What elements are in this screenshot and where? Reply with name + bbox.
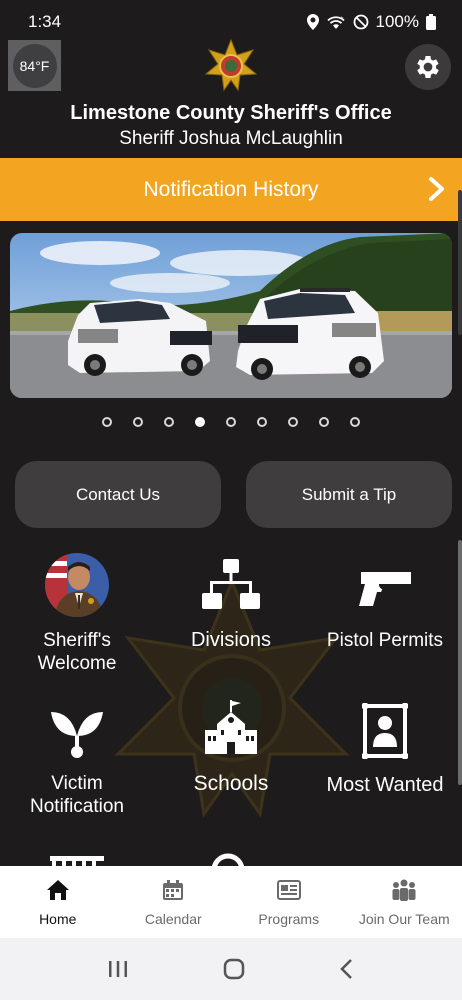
battery-percent: 100% <box>375 12 419 31</box>
nav-calendar[interactable]: Calendar <box>116 866 232 938</box>
nav-join-our-team[interactable]: Join Our Team <box>347 866 462 938</box>
weather-widget[interactable]: 84°F <box>8 40 61 91</box>
tile-label-pistol: Pistol Permits <box>326 630 444 651</box>
carousel-dot[interactable] <box>288 417 298 427</box>
sheriff-avatar <box>45 553 109 617</box>
wanted-poster-icon <box>362 703 408 759</box>
tile-schools[interactable]: Schools <box>154 700 308 795</box>
svg-text:+: + <box>340 16 344 22</box>
back-icon[interactable] <box>339 958 355 980</box>
weather-temperature: 84°F <box>12 43 57 88</box>
do-not-disturb-icon <box>353 14 368 30</box>
calendar-icon <box>163 880 184 900</box>
scrollbar-thumb[interactable] <box>458 540 462 785</box>
status-time: 1:34 <box>28 12 62 31</box>
sheriff-star-logo <box>204 38 258 92</box>
tile-label-wanted: Most Wanted <box>326 774 444 796</box>
nav-calendar-label: Calendar <box>144 911 202 927</box>
tile-label-victim-line1: Victim <box>51 773 103 794</box>
carousel-dots <box>0 417 462 427</box>
tile-label-sheriff-line1: Sheriff's <box>43 630 111 651</box>
carousel-dot[interactable] <box>257 417 267 427</box>
tile-label-schools: Schools <box>193 772 269 795</box>
nav-programs[interactable]: Programs <box>231 866 347 938</box>
submit-tip-button[interactable]: Submit a Tip <box>246 461 452 528</box>
tile-label-sheriff-line2: Welcome <box>37 653 117 674</box>
scrollbar-track <box>458 190 462 335</box>
gear-icon <box>417 56 439 78</box>
carousel-dot[interactable] <box>102 417 112 427</box>
bottom-nav: Home Calendar Programs Join Our Team <box>0 866 462 938</box>
carousel-dot-active[interactable] <box>195 417 205 427</box>
carousel-image[interactable] <box>10 233 452 398</box>
chevron-right-icon <box>429 177 444 201</box>
home-button-icon[interactable] <box>223 958 245 980</box>
recent-apps-icon[interactable] <box>107 959 129 979</box>
school-icon <box>205 700 257 754</box>
location-icon <box>306 14 319 30</box>
nav-join-label: Join Our Team <box>358 911 450 927</box>
tile-sheriffs-welcome[interactable]: Sheriff's Welcome <box>0 553 154 675</box>
tile-label-divisions: Divisions <box>190 629 272 651</box>
settings-button[interactable] <box>405 44 451 90</box>
nav-home[interactable]: Home <box>0 866 116 938</box>
carousel-dot[interactable] <box>319 417 329 427</box>
tile-label-victim-line2: Notification <box>30 796 124 817</box>
sprout-icon <box>51 712 103 758</box>
system-nav-bar <box>0 938 462 1000</box>
status-icons: + 100% <box>306 12 436 32</box>
sheriff-name: Sheriff Joshua McLaughlin <box>119 128 343 149</box>
wifi-icon: + <box>326 16 345 29</box>
team-icon <box>392 879 416 901</box>
carousel-dot[interactable] <box>164 417 174 427</box>
nav-programs-label: Programs <box>258 911 320 927</box>
notification-history-banner[interactable]: Notification History <box>0 158 462 221</box>
tile-divisions[interactable]: Divisions <box>154 559 308 652</box>
carousel-dot[interactable] <box>133 417 143 427</box>
tile-pistol-permits[interactable]: Pistol Permits <box>308 570 462 652</box>
contact-us-button[interactable]: Contact Us <box>15 461 221 528</box>
tile-most-wanted[interactable]: Most Wanted <box>308 703 462 797</box>
nav-home-label: Home <box>39 911 77 927</box>
tile-victim-notification[interactable]: Victim Notification <box>0 706 154 818</box>
carousel-dot[interactable] <box>350 417 360 427</box>
notification-history-label: Notification History <box>143 177 319 201</box>
org-chart-icon <box>202 559 260 609</box>
pistol-icon <box>359 572 411 606</box>
office-title: Limestone County Sheriff's Office <box>70 102 392 124</box>
carousel-dot[interactable] <box>226 417 236 427</box>
battery-icon <box>426 14 436 30</box>
home-icon <box>46 880 69 900</box>
newspaper-icon <box>276 880 301 900</box>
